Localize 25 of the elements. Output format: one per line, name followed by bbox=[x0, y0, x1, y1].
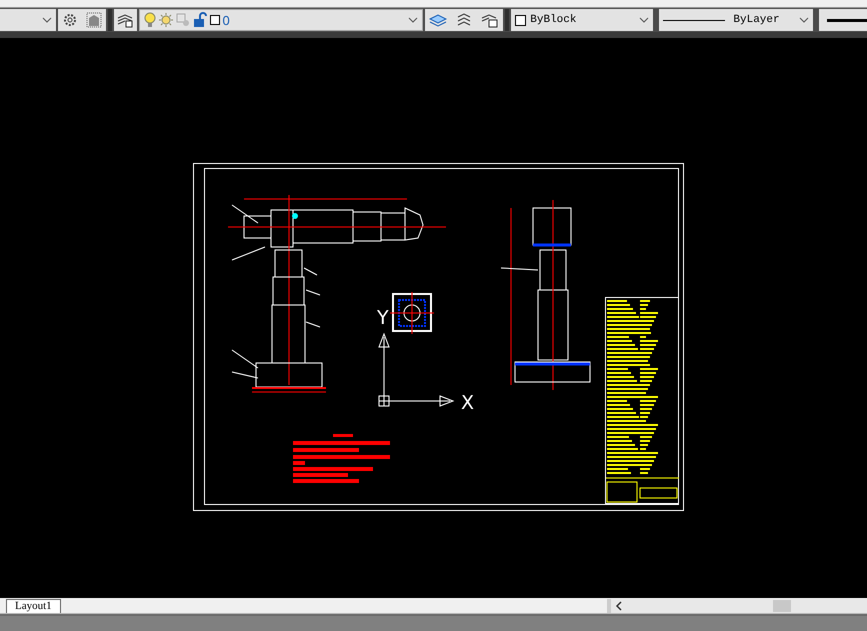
caret-icon bbox=[639, 16, 650, 24]
x-axis-label: X bbox=[461, 392, 474, 414]
layer-name: 0 bbox=[222, 14, 230, 26]
layer-frame-icon[interactable] bbox=[86, 12, 102, 28]
gear-icon[interactable] bbox=[62, 12, 78, 28]
layer-dropdown[interactable]: 0 bbox=[138, 9, 424, 31]
ucs-axes-icon bbox=[378, 332, 454, 407]
dropdown-field[interactable] bbox=[0, 9, 56, 31]
layer-states-icon[interactable] bbox=[481, 12, 500, 28]
horizontal-scrollbar[interactable] bbox=[607, 599, 867, 613]
flange-plan-drawing bbox=[390, 292, 434, 334]
layout-tab[interactable]: Layout1 bbox=[6, 599, 61, 613]
color-dropdown[interactable]: ByBlock bbox=[511, 9, 654, 31]
caret-icon bbox=[42, 16, 52, 24]
lineweight-sample bbox=[826, 18, 867, 22]
y-axis-label: Y bbox=[377, 307, 389, 329]
sun-icon bbox=[158, 13, 173, 27]
layers-icon[interactable] bbox=[429, 12, 448, 28]
viewport-icon bbox=[176, 13, 190, 27]
caret-icon bbox=[798, 16, 809, 24]
linetype-dropdown[interactable]: ByLayer bbox=[659, 9, 813, 31]
layer-properties-icon[interactable] bbox=[117, 12, 134, 28]
caret-icon bbox=[408, 16, 418, 24]
color-swatch bbox=[210, 15, 220, 25]
scroll-thumb[interactable] bbox=[773, 600, 791, 612]
